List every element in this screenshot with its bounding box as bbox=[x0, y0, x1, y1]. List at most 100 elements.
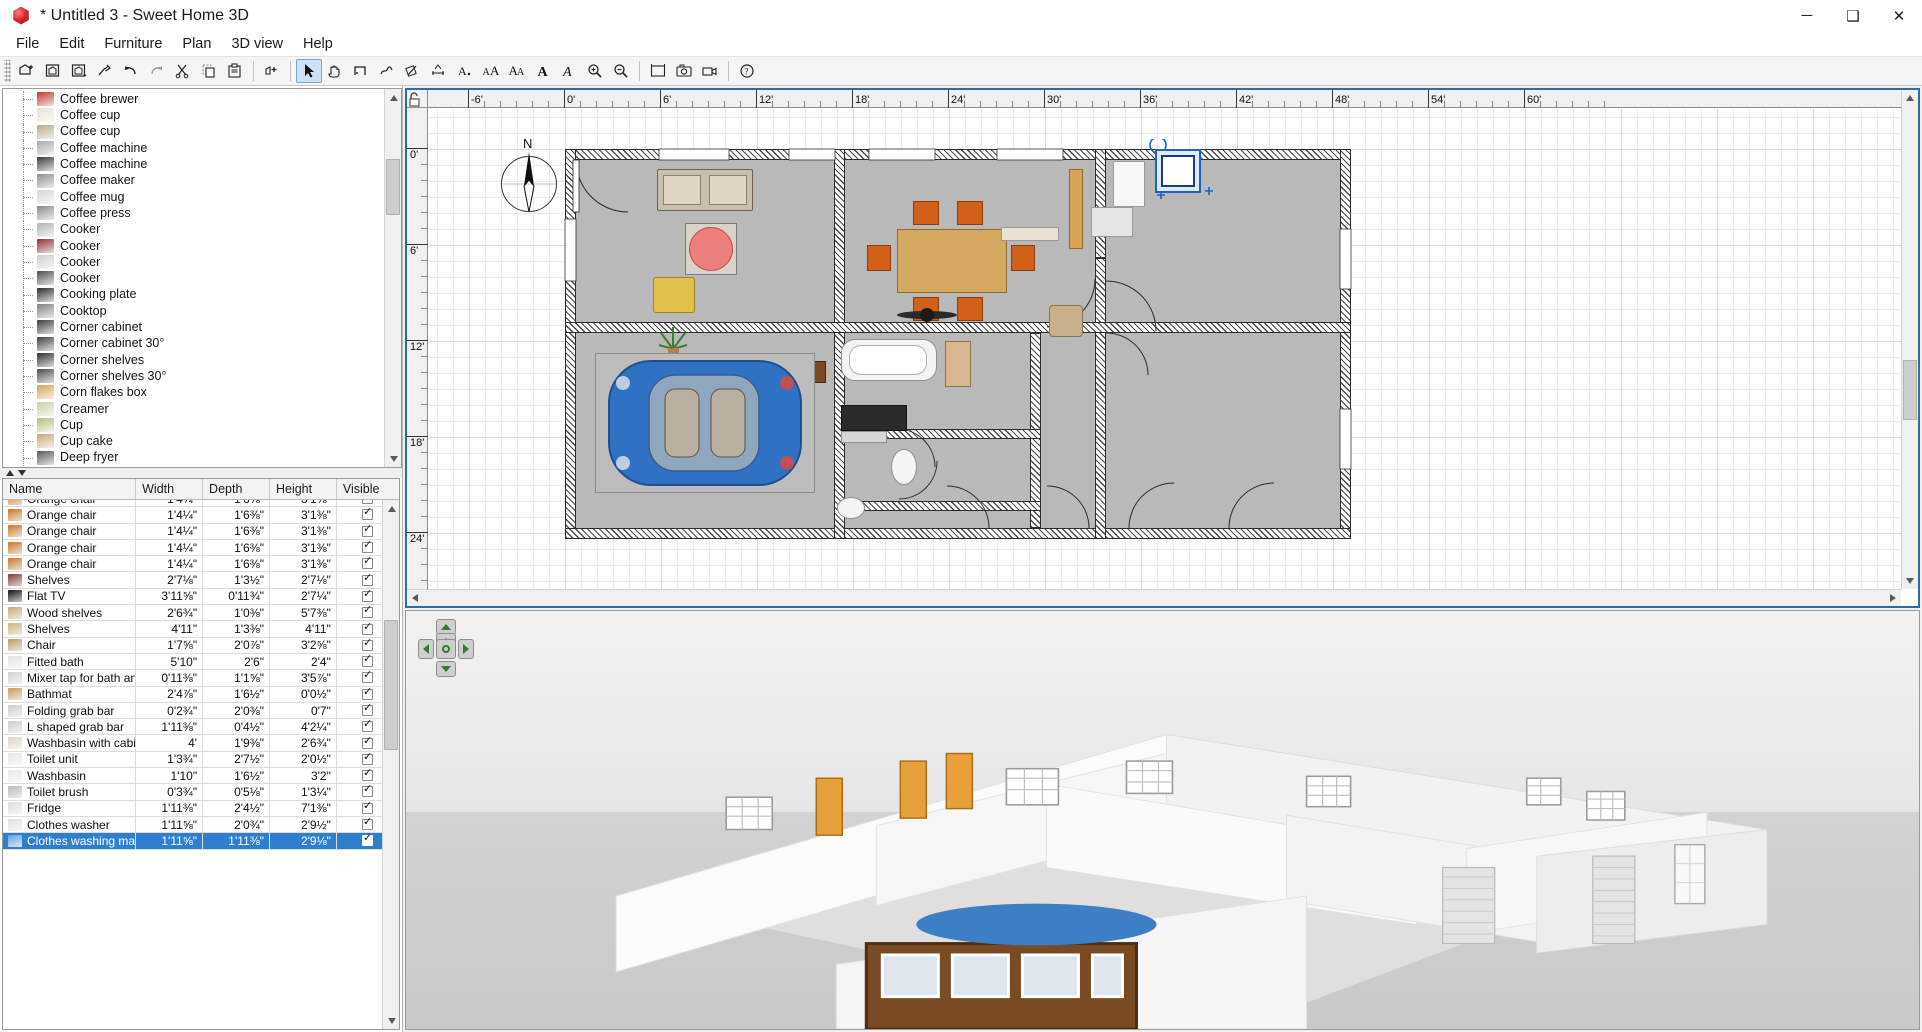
column-header-visible[interactable]: Visible bbox=[337, 479, 399, 499]
create-video-icon[interactable] bbox=[697, 59, 723, 83]
decrease-text-size-icon[interactable]: AA bbox=[504, 59, 530, 83]
plan-dining-chair-6[interactable] bbox=[867, 245, 891, 271]
italic-icon[interactable]: A bbox=[556, 59, 582, 83]
plan-scroll-down-arrow[interactable] bbox=[1903, 574, 1917, 588]
plan-dining-chair-1[interactable] bbox=[913, 201, 939, 225]
catalog-item[interactable]: Corner shelves 30° bbox=[3, 368, 384, 385]
plan-bathmat[interactable] bbox=[945, 341, 971, 387]
table-row[interactable]: Toilet brush 0'3¾" 0'5⅛" 1'3¼" bbox=[3, 784, 399, 801]
menu-help[interactable]: Help bbox=[293, 34, 343, 54]
visible-checkbox[interactable] bbox=[361, 736, 373, 749]
catalog-scroll-thumb[interactable] bbox=[386, 159, 400, 215]
column-header-height[interactable]: Height bbox=[270, 479, 337, 499]
plan-shelf[interactable] bbox=[841, 431, 887, 443]
plan-fridge[interactable] bbox=[1113, 161, 1145, 207]
plan-dining-chair-2[interactable] bbox=[957, 201, 983, 225]
visible-checkbox[interactable] bbox=[361, 752, 373, 765]
help-icon[interactable]: ? bbox=[734, 59, 760, 83]
plan-sofa-cushion-left[interactable] bbox=[663, 175, 701, 205]
3d-view[interactable] bbox=[405, 610, 1920, 1030]
catalog-item[interactable]: Corner cabinet bbox=[3, 319, 384, 336]
bold-icon[interactable]: A bbox=[530, 59, 556, 83]
catalog-scroll-up-arrow[interactable] bbox=[385, 89, 401, 106]
increase-text-size-icon[interactable]: AA bbox=[478, 59, 504, 83]
catalog-scroll-down-arrow[interactable] bbox=[385, 450, 401, 467]
visible-checkbox[interactable] bbox=[361, 638, 373, 651]
column-header-width[interactable]: Width bbox=[136, 479, 204, 499]
catalog-item[interactable]: Cooker bbox=[3, 221, 384, 238]
table-row[interactable]: Shelves 4'11" 1'3⅜" 4'11" bbox=[3, 621, 399, 638]
table-row[interactable]: Mixer tap for bath an... 0'11⅜" 1'1⅝" 3'5⅞" bbox=[3, 670, 399, 687]
paste-icon[interactable] bbox=[222, 59, 248, 83]
open-icon[interactable] bbox=[40, 59, 66, 83]
plan-wardrobe[interactable] bbox=[1069, 169, 1083, 249]
table-row[interactable]: Washbasin 1'10" 1'6½" 3'2" bbox=[3, 768, 399, 785]
visible-checkbox[interactable] bbox=[361, 817, 373, 831]
add-text-icon[interactable]: A bbox=[452, 59, 478, 83]
pan-tool-icon[interactable] bbox=[322, 59, 348, 83]
table-row[interactable]: Flat TV 3'11⅝" 0'11¾" 2'7¼" bbox=[3, 588, 399, 606]
visible-checkbox[interactable] bbox=[361, 801, 373, 814]
visible-checkbox[interactable] bbox=[361, 573, 373, 586]
visible-checkbox[interactable] bbox=[361, 833, 373, 847]
plan-dining-chair-5[interactable] bbox=[1011, 245, 1035, 271]
visible-checkbox[interactable] bbox=[361, 540, 373, 554]
plan-armchair[interactable] bbox=[653, 277, 695, 313]
catalog-item[interactable]: Cooker bbox=[3, 253, 384, 271]
plan-round-table[interactable] bbox=[689, 227, 733, 271]
plan-scroll-left-arrow[interactable] bbox=[408, 591, 422, 605]
plan-counter[interactable] bbox=[1001, 227, 1059, 241]
plan-dining-chair-4[interactable] bbox=[957, 297, 983, 321]
save-icon[interactable] bbox=[66, 59, 92, 83]
splitter-collapse-down-icon[interactable] bbox=[18, 470, 26, 476]
copy-icon[interactable] bbox=[196, 59, 222, 83]
zoom-in-icon[interactable] bbox=[582, 59, 608, 83]
select-tool-icon[interactable] bbox=[296, 59, 322, 83]
catalog-item[interactable]: Cooking plate bbox=[3, 286, 384, 303]
visible-checkbox[interactable] bbox=[361, 589, 373, 602]
wall-right[interactable] bbox=[1340, 149, 1351, 539]
plan-washbasin[interactable] bbox=[837, 497, 865, 519]
new-home-icon[interactable] bbox=[14, 59, 40, 83]
plan-washer[interactable] bbox=[1091, 207, 1133, 237]
left-pane-splitter[interactable] bbox=[0, 468, 402, 478]
table-row[interactable]: Bathmat 2'4⅞" 1'6½" 0'0½" bbox=[3, 686, 399, 703]
catalog-item[interactable]: Coffee machine bbox=[3, 156, 384, 173]
zoom-out-icon[interactable] bbox=[608, 59, 634, 83]
catalog-item[interactable]: Deep fryer bbox=[3, 449, 384, 466]
wall-top[interactable] bbox=[565, 149, 1351, 160]
catalog-item[interactable]: Coffee press bbox=[3, 205, 384, 222]
visible-checkbox[interactable] bbox=[361, 784, 373, 798]
table-row[interactable]: L shaped grab bar 1'11⅜" 0'4½" 4'2¼" bbox=[3, 719, 399, 736]
close-button[interactable]: ✕ bbox=[1876, 0, 1922, 32]
catalog-item[interactable]: Coffee cup bbox=[3, 107, 384, 124]
room-bedroom-2[interactable] bbox=[1106, 333, 1340, 528]
plan-ceiling-fan[interactable] bbox=[895, 305, 959, 325]
cut-icon[interactable] bbox=[170, 59, 196, 83]
catalog-item[interactable]: Cup bbox=[3, 416, 384, 434]
plan-toilet[interactable] bbox=[891, 449, 917, 485]
table-row[interactable]: Folding grab bar 0'2¾" 2'0⅜" 0'7" bbox=[3, 702, 399, 720]
visible-checkbox[interactable] bbox=[361, 605, 373, 619]
create-dimension-icon[interactable] bbox=[426, 59, 452, 83]
table-row[interactable]: Orange chair 1'4¼"1'6⅜"3'1⅜" bbox=[3, 539, 399, 557]
furniture-table-scrollbar[interactable] bbox=[382, 500, 399, 1029]
plan-scroll-right-arrow[interactable] bbox=[1886, 591, 1900, 605]
toolbar-grip[interactable] bbox=[4, 60, 11, 82]
plan-view[interactable]: -6' 0' 6' 12' 18' 24' 30' 36' 42' 48' 54' 60' 0' 6' 1… bbox=[405, 88, 1920, 608]
preferences-icon[interactable] bbox=[92, 59, 118, 83]
create-polyline-icon[interactable] bbox=[400, 59, 426, 83]
visible-checkbox[interactable] bbox=[361, 719, 373, 733]
splitter-collapse-up-icon[interactable] bbox=[6, 470, 14, 476]
add-furniture-icon[interactable] bbox=[259, 59, 285, 83]
visible-checkbox[interactable] bbox=[361, 622, 373, 635]
table-row[interactable]: Toilet unit 1'3¾" 2'7½" 2'0½" bbox=[3, 751, 399, 769]
plan-plant[interactable] bbox=[653, 321, 693, 357]
plan-dining-table[interactable] bbox=[897, 229, 1007, 293]
visible-checkbox[interactable] bbox=[361, 500, 373, 505]
plan-scroll-up-arrow[interactable] bbox=[1903, 91, 1917, 105]
photo-camera-icon[interactable] bbox=[671, 59, 697, 83]
plan-sofa-cushion-right[interactable] bbox=[709, 175, 747, 205]
plan-selection-handles[interactable] bbox=[1143, 139, 1223, 213]
table-row[interactable]: Orange chair 1'4¼"1'6⅜"3'1⅜" bbox=[3, 500, 399, 508]
